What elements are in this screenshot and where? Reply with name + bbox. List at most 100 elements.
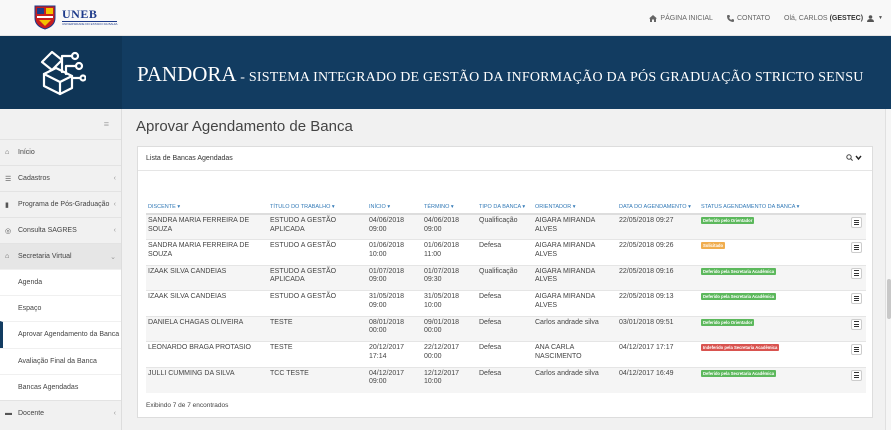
- cell-titulo: ESTUDO A GESTÃO APLICADA: [268, 264, 367, 291]
- results-count: Exibindo 7 de 7 encontrados: [146, 402, 229, 409]
- cell-data-agendamento: 22/05/2018 09:26: [617, 239, 699, 265]
- table-row: IZAAK SILVA CANDEIAS ESTUDO A GESTÃO APL…: [146, 264, 866, 291]
- table-row: LEONARDO BRAGA PROTASIO TESTE 20/12/2017…: [146, 341, 866, 367]
- column-header-status[interactable]: STATUS AGENDAMENTO DA BANCA ▾: [699, 191, 849, 215]
- cell-data-agendamento: 22/05/2018 09:16: [617, 264, 699, 291]
- uneb-logo[interactable]: UNEB UNIVERSIDADE DO ESTADO DA BAHIA: [32, 3, 118, 30]
- sidebar-item-cadastros[interactable]: ☰ Cadastros ‹: [0, 165, 121, 191]
- sidebar-item-label: Início: [18, 149, 35, 156]
- table-row: DANIELA CHAGAS OLIVEIRA TESTE 08/01/2018…: [146, 315, 866, 342]
- pandora-box-icon: [38, 48, 87, 98]
- cell-inicio: 01/06/2018 10:00: [367, 239, 422, 265]
- chevron-down-icon[interactable]: [855, 154, 862, 161]
- page-scrollbar[interactable]: [885, 109, 891, 430]
- table-header-row: DISCENTE ▾ TÍTULO DO TRABALHO ▾ INÍCIO ▾…: [146, 191, 866, 215]
- column-header-termino[interactable]: TÉRMINO ▾: [422, 191, 477, 215]
- nav-home-label: PÁGINA INICIAL: [660, 14, 713, 22]
- sidebar-subitem-aprovar-agendamento[interactable]: Aprovar Agendamento da Banca: [0, 321, 121, 348]
- cell-titulo: ESTUDO A GESTÃO: [268, 239, 367, 265]
- sidebar-toggle[interactable]: ≡: [0, 109, 121, 139]
- status-badge: Solicitado: [701, 242, 726, 250]
- search-icon[interactable]: [846, 154, 854, 161]
- cell-discente: SANDRA MARIA FERREIRA DE SOUZA: [146, 239, 268, 265]
- user-menu[interactable]: Olá, CARLOS (GESTEC) ▼: [784, 15, 883, 22]
- cell-data-agendamento: 22/05/2018 09:27: [617, 213, 699, 240]
- column-header-data-agendamento[interactable]: DATA DO AGENDAMENTO ▾: [617, 191, 699, 215]
- table-row: SANDRA MARIA FERREIRA DE SOUZA ESTUDO A …: [146, 239, 866, 265]
- sidebar-item-inicio[interactable]: ⌂ Início: [0, 139, 121, 165]
- hamburger-menu-icon: [854, 219, 859, 221]
- sidebar-item-label: Docente: [18, 409, 45, 417]
- row-menu-button[interactable]: [851, 369, 862, 381]
- column-header-titulo[interactable]: TÍTULO DO TRABALHO ▾: [268, 191, 367, 215]
- cell-data-agendamento: 04/12/2017 16:49: [617, 366, 699, 393]
- row-menu-button[interactable]: [851, 318, 862, 330]
- sidebar-item-consulta-sagres[interactable]: ◎ Consulta SAGRES ‹: [0, 217, 121, 243]
- sidebar-item-label: Consulta SAGRES: [18, 227, 77, 234]
- hamburger-menu-icon: [854, 270, 859, 272]
- logo-subtext: UNIVERSIDADE DO ESTADO DA BAHIA: [62, 21, 118, 26]
- sidebar-subitem-bancas-agendadas[interactable]: Bancas Agendadas: [0, 373, 121, 400]
- cell-orientador: AIGARA MIRANDA ALVES: [533, 239, 617, 265]
- status-badge: Deferido pela Secretaria Acadêmica: [701, 267, 777, 275]
- sidebar-item-secretaria-virtual[interactable]: ⌂ Secretaria Virtual ⌄: [0, 243, 121, 269]
- circle-icon: ◎: [5, 227, 12, 235]
- cell-tipo: Qualificação: [477, 264, 533, 291]
- sidebar-subitem-espaco[interactable]: Espaço: [0, 295, 121, 322]
- chevron-left-icon: ‹: [113, 409, 116, 417]
- sidebar-subitem-label: Aprovar Agendamento da Banca: [18, 331, 120, 339]
- list-icon: ☰: [5, 175, 12, 183]
- book-icon: ▮: [5, 201, 9, 209]
- nav-contact-link[interactable]: CONTATO: [726, 14, 770, 22]
- sidebar-item-label: Cadastros: [18, 175, 50, 182]
- column-header-inicio[interactable]: INÍCIO ▾: [367, 191, 422, 215]
- cell-termino: 01/07/2018 09:30: [422, 264, 477, 291]
- banner-title-main: PANDORA: [137, 62, 237, 86]
- column-header-discente[interactable]: DISCENTE ▾: [146, 191, 268, 215]
- table-row: IZAAK SILVA CANDEIAS ESTUDO A GESTÃO 31/…: [146, 290, 866, 316]
- briefcase-icon: ▬: [5, 409, 12, 417]
- cell-inicio: 20/12/2017 17:14: [367, 341, 422, 367]
- cell-discente: IZAAK SILVA CANDEIAS: [146, 264, 268, 291]
- top-navbar: UNEB UNIVERSIDADE DO ESTADO DA BAHIA PÁG…: [0, 0, 891, 36]
- row-menu-button[interactable]: [851, 344, 862, 355]
- sidebar-subitem-avaliacao-final[interactable]: Avaliação Final da Banca: [0, 347, 121, 374]
- bancas-panel: Lista de Bancas Agendadas DISCENTE ▾ TÍT…: [137, 146, 873, 418]
- bank-icon: ⌂: [5, 253, 10, 260]
- cell-tipo: Defesa: [477, 290, 533, 316]
- cell-tipo: Defesa: [477, 341, 533, 367]
- sidebar-item-programa[interactable]: ▮ Programa de Pós-Graduação ‹: [0, 191, 121, 217]
- cell-discente: SANDRA MARIA FERREIRA DE SOUZA: [146, 213, 268, 240]
- row-menu-button[interactable]: [851, 267, 862, 279]
- hamburger-icon[interactable]: ≡: [104, 119, 109, 129]
- cell-termino: 22/12/2017 00:00: [422, 341, 477, 367]
- sidebar-subitem-agenda[interactable]: Agenda: [0, 269, 121, 296]
- row-menu-button[interactable]: [851, 217, 862, 228]
- cell-inicio: 08/01/2018 00:00: [367, 315, 422, 342]
- cell-tipo: Qualificação: [477, 213, 533, 240]
- banner-title: PANDORA - SISTEMA INTEGRADO DE GESTÃO DA…: [137, 62, 864, 87]
- row-menu-button[interactable]: [851, 293, 862, 304]
- nav-home-link[interactable]: PÁGINA INICIAL: [649, 14, 713, 22]
- cell-discente: DANIELA CHAGAS OLIVEIRA: [146, 315, 268, 342]
- row-menu-button[interactable]: [851, 242, 862, 253]
- scrollbar-thumb[interactable]: [887, 279, 891, 319]
- cell-inicio: 01/07/2018 09:00: [367, 264, 422, 291]
- status-badge: Deferido pelo Orientador: [701, 318, 755, 326]
- sidebar-item-docente[interactable]: ▬ Docente ‹: [0, 399, 121, 426]
- cell-discente: IZAAK SILVA CANDEIAS: [146, 290, 268, 316]
- status-badge: Deferido pela Secretaria Acadêmica: [701, 293, 777, 301]
- hamburger-menu-icon: [854, 346, 859, 348]
- home-icon: [649, 14, 658, 22]
- bancas-table: DISCENTE ▾ TÍTULO DO TRABALHO ▾ INÍCIO ▾…: [146, 191, 866, 393]
- user-icon: [867, 14, 875, 22]
- cell-tipo: Defesa: [477, 315, 533, 342]
- hamburger-menu-icon: [854, 244, 859, 246]
- sidebar-subitem-label: Espaço: [18, 305, 42, 313]
- column-header-tipo[interactable]: TIPO DA BANCA ▾: [477, 191, 533, 215]
- header-banner: PANDORA - SISTEMA INTEGRADO DE GESTÃO DA…: [0, 36, 891, 109]
- hamburger-menu-icon: [854, 321, 859, 323]
- column-header-orientador[interactable]: ORIENTADOR ▾: [533, 191, 617, 215]
- panel-tools[interactable]: [846, 154, 862, 163]
- sidebar-subitem-label: Agenda: [18, 279, 43, 287]
